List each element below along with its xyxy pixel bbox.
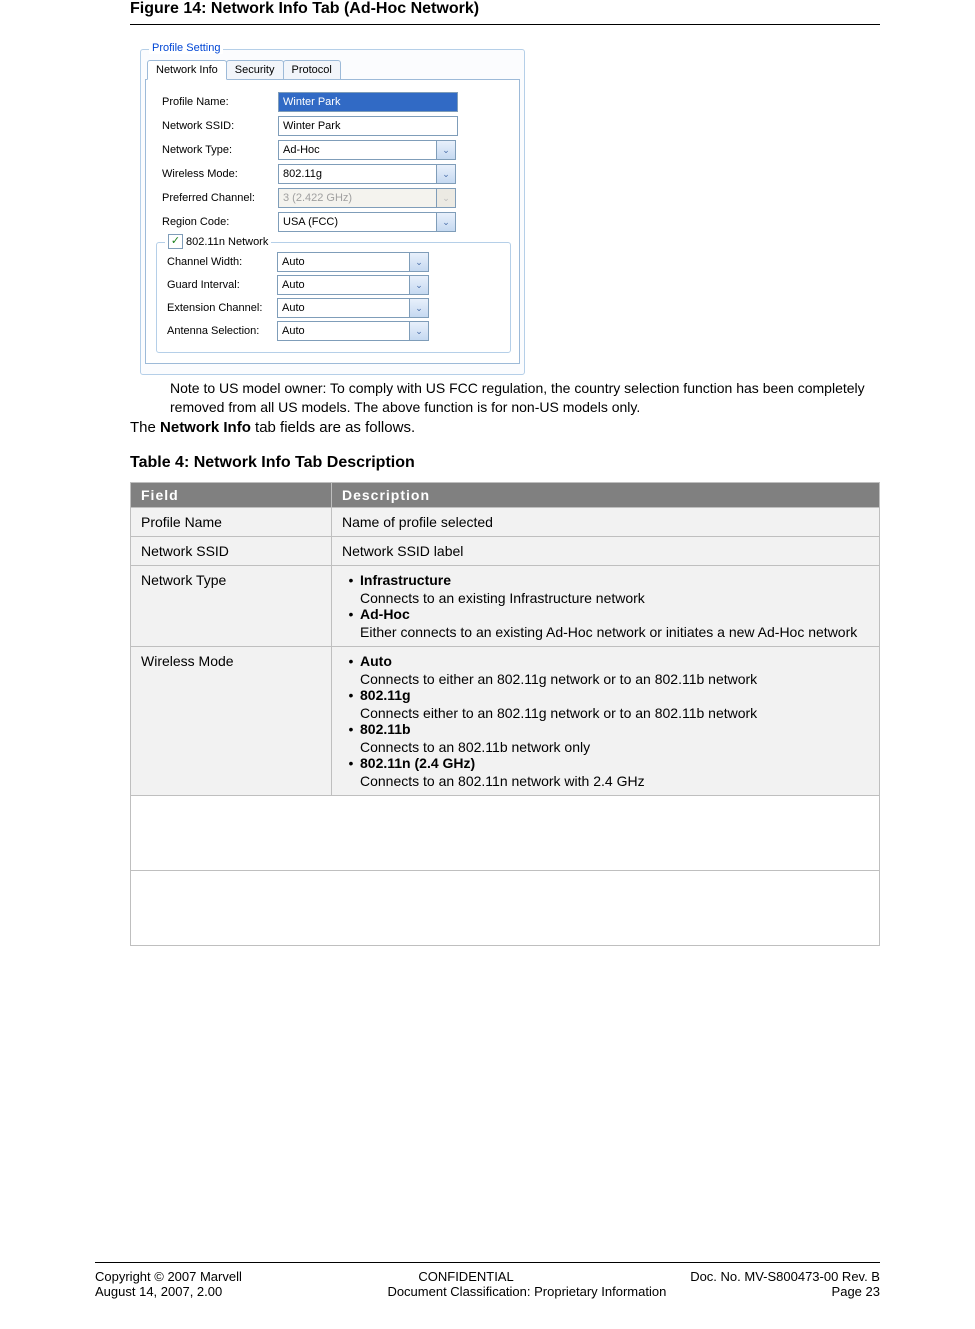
footer-right: Doc. No. MV-S800473-00 Rev. B <box>690 1269 880 1284</box>
extension-channel-select[interactable]: Auto ⌄ <box>277 298 429 318</box>
guard-interval-label: Guard Interval: <box>167 279 277 291</box>
empty-cell <box>131 795 880 870</box>
bullet-term: 802.11g <box>360 687 411 703</box>
field-cell: Profile Name <box>131 507 332 536</box>
footer-left: Copyright © 2007 Marvell <box>95 1269 242 1284</box>
page-footer: Copyright © 2007 Marvell CONFIDENTIAL Do… <box>95 1262 880 1299</box>
lead-post: tab fields are as follows. <box>251 419 415 436</box>
chevron-down-icon: ⌄ <box>436 188 456 208</box>
table-row <box>131 795 880 870</box>
figure-title: Figure 14: Network Info Tab (Ad-Hoc Netw… <box>130 0 880 24</box>
table-header-row: Field Description <box>131 482 880 507</box>
figure-separator <box>130 24 880 25</box>
network-type-select[interactable]: Ad-Hoc ⌄ <box>278 140 456 160</box>
region-code-label: Region Code: <box>162 216 278 228</box>
table-row: Profile Name Name of profile selected <box>131 507 880 536</box>
fcc-note: Note to US model owner: To comply with U… <box>170 379 870 417</box>
guard-interval-select[interactable]: Auto ⌄ <box>277 275 429 295</box>
chevron-down-icon[interactable]: ⌄ <box>409 298 429 318</box>
table-row: Network Type •Infrastructure Connects to… <box>131 565 880 646</box>
antenna-selection-label: Antenna Selection: <box>167 325 277 337</box>
bullet-desc: Connects to an existing Infrastructure n… <box>360 590 869 606</box>
bullet-desc: Either connects to an existing Ad-Hoc ne… <box>360 624 869 640</box>
n-network-checkbox[interactable]: ✓ <box>168 234 183 249</box>
bullet-desc: Connects to an 802.11b network only <box>360 739 869 755</box>
field-cell: Network SSID <box>131 536 332 565</box>
table-row: Wireless Mode •Auto Connects to either a… <box>131 646 880 795</box>
extension-channel-value: Auto <box>277 298 409 318</box>
profile-name-label: Profile Name: <box>162 96 278 108</box>
table-title: Table 4: Network Info Tab Description <box>130 454 880 472</box>
antenna-selection-value: Auto <box>277 321 409 341</box>
lead-text: The Network Info tab fields are as follo… <box>130 419 880 436</box>
empty-cell <box>131 870 880 945</box>
footer-left: August 14, 2007, 2.00 <box>95 1284 222 1299</box>
n-network-legend: ✓ 802.11n Network <box>165 234 271 249</box>
th-field: Field <box>131 482 332 507</box>
network-ssid-label: Network SSID: <box>162 120 278 132</box>
bullet-term: 802.11b <box>360 721 411 737</box>
extension-channel-label: Extension Channel: <box>167 302 277 314</box>
chevron-down-icon[interactable]: ⌄ <box>436 140 456 160</box>
network-type-value: Ad-Hoc <box>278 140 436 160</box>
th-description: Description <box>332 482 880 507</box>
region-code-select[interactable]: USA (FCC) ⌄ <box>278 212 456 232</box>
description-table: Field Description Profile Name Name of p… <box>130 482 880 946</box>
channel-width-value: Auto <box>277 252 409 272</box>
tab-protocol[interactable]: Protocol <box>283 60 341 79</box>
chevron-down-icon[interactable]: ⌄ <box>409 252 429 272</box>
chevron-down-icon[interactable]: ⌄ <box>436 212 456 232</box>
chevron-down-icon[interactable]: ⌄ <box>409 321 429 341</box>
antenna-selection-select[interactable]: Auto ⌄ <box>277 321 429 341</box>
desc-cell: Network SSID label <box>332 536 880 565</box>
table-row <box>131 870 880 945</box>
desc-cell: •Auto Connects to either an 802.11g netw… <box>332 646 880 795</box>
footer-center: Document Classification: Proprietary Inf… <box>387 1284 666 1299</box>
bullet-desc: Connects to either an 802.11g network or… <box>360 671 869 687</box>
network-info-tab-body: Profile Name: Winter Park Network SSID: … <box>145 79 520 364</box>
profile-setting-legend: Profile Setting <box>149 42 223 54</box>
lead-pre: The <box>130 419 160 436</box>
chevron-down-icon[interactable]: ⌄ <box>436 164 456 184</box>
lead-bold: Network Info <box>160 419 251 436</box>
desc-cell: •Infrastructure Connects to an existing … <box>332 565 880 646</box>
chevron-down-icon[interactable]: ⌄ <box>409 275 429 295</box>
bullet-term: 802.11n (2.4 GHz) <box>360 755 475 771</box>
channel-width-label: Channel Width: <box>167 256 277 268</box>
wireless-mode-value: 802.11g <box>278 164 436 184</box>
bullet-term: Ad-Hoc <box>360 606 410 622</box>
field-cell: Wireless Mode <box>131 646 332 795</box>
channel-width-select[interactable]: Auto ⌄ <box>277 252 429 272</box>
tabs: Network Info Security Protocol <box>147 60 520 79</box>
network-type-label: Network Type: <box>162 144 278 156</box>
guard-interval-value: Auto <box>277 275 409 295</box>
bullet-desc: Connects either to an 802.11g network or… <box>360 705 869 721</box>
table-row: Network SSID Network SSID label <box>131 536 880 565</box>
profile-name-input[interactable]: Winter Park <box>278 92 458 112</box>
desc-cell: Name of profile selected <box>332 507 880 536</box>
preferred-channel-label: Preferred Channel: <box>162 192 278 204</box>
tab-network-info[interactable]: Network Info <box>147 60 227 80</box>
tab-security[interactable]: Security <box>226 60 284 79</box>
footer-center: CONFIDENTIAL <box>418 1269 513 1284</box>
bullet-term: Auto <box>360 653 392 669</box>
n-network-legend-text: 802.11n Network <box>186 236 268 248</box>
wireless-mode-label: Wireless Mode: <box>162 168 278 180</box>
n-network-group: ✓ 802.11n Network Channel Width: Auto ⌄ … <box>156 242 511 353</box>
bullet-term: Infrastructure <box>360 572 451 588</box>
profile-setting-panel: Profile Setting Network Info Security Pr… <box>130 49 525 375</box>
preferred-channel-value: 3 (2.422 GHz) <box>278 188 436 208</box>
wireless-mode-select[interactable]: 802.11g ⌄ <box>278 164 456 184</box>
network-ssid-input[interactable]: Winter Park <box>278 116 458 136</box>
bullet-desc: Connects to an 802.11n network with 2.4 … <box>360 773 869 789</box>
preferred-channel-select: 3 (2.422 GHz) ⌄ <box>278 188 456 208</box>
region-code-value: USA (FCC) <box>278 212 436 232</box>
field-cell: Network Type <box>131 565 332 646</box>
footer-right: Page 23 <box>832 1284 880 1299</box>
